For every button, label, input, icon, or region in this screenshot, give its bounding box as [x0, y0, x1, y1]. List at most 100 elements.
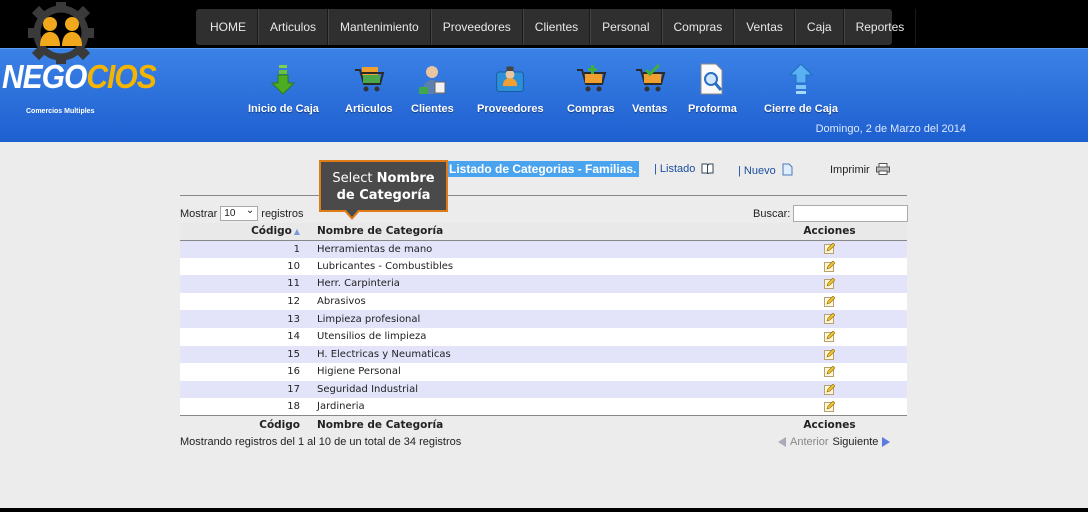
toolbar-ventas[interactable]: Ventas [632, 63, 667, 115]
table-row[interactable]: 10 Lubricantes - Combustibles [180, 257, 907, 276]
toolbar-label: Articulos [345, 103, 393, 115]
table-row[interactable]: 15 H. Electricas y Neumaticas [180, 345, 907, 364]
table-row[interactable]: 18 Jardineria [180, 398, 907, 416]
edit-icon[interactable] [824, 348, 835, 360]
menu-compras[interactable]: Compras [661, 9, 735, 45]
cell-nombre: Higiene Personal [308, 363, 752, 381]
blue-up-arrow-icon [785, 63, 817, 95]
toolbar-inicio-de-caja[interactable]: Inicio de Caja [248, 63, 319, 115]
shopping-cart-icon [353, 63, 385, 95]
toolbar-label: Cierre de Caja [764, 103, 838, 115]
cell-codigo: 14 [180, 327, 308, 346]
cell-codigo: 13 [180, 310, 308, 328]
cell-acciones [752, 327, 907, 346]
table-row[interactable]: 12 Abrasivos [180, 292, 907, 311]
table-row[interactable]: 1 Herramientas de mano [180, 240, 907, 258]
cell-nombre: Jardineria [308, 398, 752, 416]
menu-proveedores[interactable]: Proveedores [430, 9, 523, 45]
table-footer-row: Código Nombre de Categoría Acciones [180, 415, 907, 433]
edit-icon[interactable] [824, 295, 835, 307]
page-size-select[interactable]: 10 [220, 204, 259, 221]
menu-reportes[interactable]: Reportes [843, 9, 917, 45]
cell-acciones [752, 398, 907, 416]
previous-button[interactable]: Anterior [790, 436, 829, 448]
edit-icon[interactable] [824, 313, 835, 325]
edit-icon[interactable] [824, 401, 835, 413]
toolbar-cierre-de-caja[interactable]: Cierre de Caja [764, 63, 838, 115]
printer-icon [875, 163, 890, 175]
search-input[interactable] [793, 205, 909, 222]
toolbar-articulos[interactable]: Articulos [345, 63, 393, 115]
edit-icon[interactable] [824, 260, 835, 272]
toolbar-clientes[interactable]: Clientes [411, 63, 454, 115]
toolbar-proforma[interactable]: Proforma [688, 63, 737, 115]
toolbar-proveedores[interactable]: Proveedores [477, 63, 544, 115]
cell-acciones [752, 345, 907, 364]
edit-icon[interactable] [824, 366, 835, 378]
sort-asc-icon: ▲ [293, 227, 300, 237]
toolbar-band: Inicio de Caja Articulos Clientes Provee… [0, 48, 1088, 142]
cell-codigo: 12 [180, 292, 308, 311]
tooltip-pointer-inner [346, 210, 358, 217]
cell-acciones [752, 240, 907, 258]
cell-acciones [752, 363, 907, 381]
column-header-nombre[interactable]: Nombre de Categoría [308, 223, 752, 241]
cell-nombre: Abrasivos [308, 292, 752, 311]
toolbar-label: Ventas [632, 103, 668, 115]
edit-icon[interactable] [824, 331, 835, 343]
cell-nombre: Limpieza profesional [308, 310, 752, 328]
cart-add-icon [575, 63, 607, 95]
menu-home[interactable]: HOME [199, 9, 258, 45]
previous-arrow-icon[interactable] [778, 437, 786, 447]
menu-mantenimiento[interactable]: Mantenimiento [328, 9, 431, 45]
show-label: Mostrar [180, 207, 218, 220]
table-row[interactable]: 16 Higiene Personal [180, 363, 907, 381]
edit-icon[interactable] [824, 278, 835, 290]
cart-check-icon [634, 63, 666, 95]
table-row[interactable]: 11 Herr. Carpinteria [180, 275, 907, 293]
supplier-person-icon [494, 63, 526, 95]
footer-codigo: Código [180, 415, 308, 433]
toolbar-compras[interactable]: Compras [567, 63, 615, 115]
logo-wordmark: NEGOCIOS [2, 59, 157, 96]
records-label: registros [261, 207, 304, 220]
new-document-icon [782, 163, 793, 176]
menu-personal[interactable]: Personal [590, 9, 662, 45]
menu-clientes[interactable]: Clientes [522, 9, 591, 45]
menu-ventas[interactable]: Ventas [734, 9, 795, 45]
column-header-codigo[interactable]: Código ▲ [180, 223, 308, 241]
cell-acciones [752, 275, 907, 293]
cell-nombre: Seguridad Industrial [308, 380, 752, 399]
footer-nombre: Nombre de Categoría [308, 415, 752, 433]
next-button[interactable]: Siguiente [833, 436, 879, 448]
book-icon [701, 163, 714, 174]
cell-codigo: 11 [180, 275, 308, 293]
link-nuevo[interactable]: | Nuevo [738, 163, 793, 177]
table-row[interactable]: 13 Limpieza profesional [180, 310, 907, 328]
table-header-row: Código ▲ Nombre de Categoría Acciones [180, 223, 907, 241]
print-button[interactable]: Imprimir [830, 163, 890, 176]
table-row[interactable]: 14 Utensilios de limpieza [180, 327, 907, 346]
table-row[interactable]: 17 Seguridad Industrial [180, 380, 907, 399]
toolbar-label: Clientes [411, 103, 454, 115]
cell-codigo: 15 [180, 345, 308, 364]
link-listado[interactable]: | Listado [654, 163, 714, 175]
pagination: Anterior Siguiente [778, 436, 891, 448]
next-arrow-icon[interactable] [882, 437, 891, 447]
cell-nombre: Herr. Carpinteria [308, 275, 752, 293]
toolbar-label: Proveedores [477, 103, 544, 115]
cell-codigo: 17 [180, 380, 308, 399]
cell-codigo: 16 [180, 363, 308, 381]
cell-codigo: 18 [180, 398, 308, 416]
menu-caja[interactable]: Caja [794, 9, 844, 45]
cell-nombre: Utensilios de limpieza [308, 327, 752, 346]
edit-icon[interactable] [824, 383, 835, 395]
cell-nombre: Herramientas de mano [308, 240, 752, 258]
cell-codigo: 1 [180, 240, 308, 258]
edit-icon[interactable] [824, 243, 835, 255]
top-header-bar: HOME Articulos Mantenimiento Proveedores… [0, 0, 1088, 48]
cell-acciones [752, 292, 907, 311]
menu-articulos[interactable]: Articulos [258, 9, 329, 45]
green-down-arrow-icon [267, 63, 299, 95]
gear-logo-icon [28, 2, 94, 64]
